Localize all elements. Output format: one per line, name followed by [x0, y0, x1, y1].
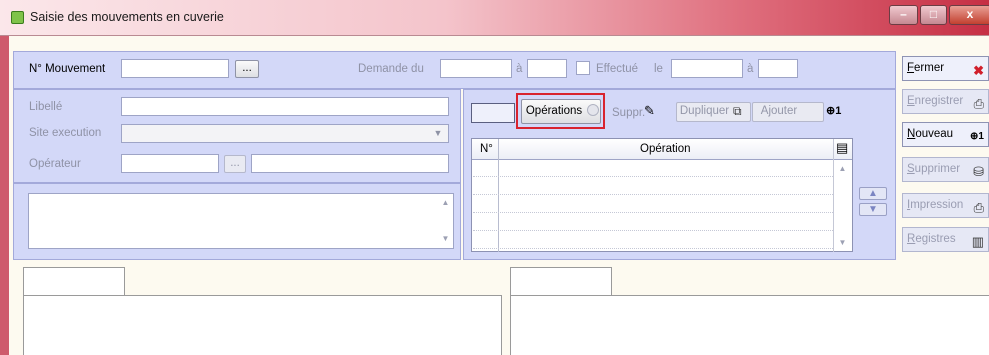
effectue-checkbox[interactable]: [576, 61, 590, 75]
libelle-input[interactable]: [121, 97, 449, 116]
site-select[interactable]: [121, 124, 449, 143]
demande-a-label: à: [516, 63, 523, 75]
effectue-time-input[interactable]: [758, 59, 798, 78]
ajouter-button[interactable]: Ajouter: [752, 102, 824, 122]
column-divider: [498, 139, 499, 252]
scrollbar-divider: [833, 139, 834, 252]
fermer-button[interactable]: Fermer ✖: [902, 56, 989, 81]
delete-icon: ⛁: [973, 164, 984, 179]
save-icon: ⎙: [973, 96, 984, 111]
demande-label: Demande du: [358, 63, 424, 75]
table-row: [473, 212, 833, 213]
registres-button[interactable]: Registres ▥: [902, 227, 989, 252]
app-icon: [11, 11, 24, 24]
operateur-name-input[interactable]: [251, 154, 449, 173]
supprimer-button[interactable]: Supprimer ⛁: [902, 157, 989, 182]
window-title: Saisie des mouvements en cuverie: [30, 10, 224, 24]
copy-icon: ⧉: [733, 104, 742, 118]
table-scroll-up-icon[interactable]: ▲: [836, 164, 849, 173]
comment-scroll-up-icon[interactable]: ▲: [439, 198, 452, 207]
print-icon: ⎙: [973, 200, 984, 215]
new-icon: ⊕1: [970, 131, 984, 142]
registers-icon: ▥: [971, 234, 984, 249]
mouvement-browse-button[interactable]: ...: [235, 60, 259, 78]
operateur-browse-button[interactable]: ...: [224, 155, 246, 173]
table-row: [473, 176, 833, 177]
effectue-label: Effectué: [596, 63, 638, 75]
highlight-box: [516, 93, 605, 129]
operateur-code-input[interactable]: [121, 154, 219, 173]
exit-icon: ✖: [973, 63, 984, 78]
suppr-button[interactable]: Suppr.: [612, 107, 645, 119]
impression-button[interactable]: Impression ⎙: [902, 193, 989, 218]
move-down-icon[interactable]: ▼: [859, 203, 887, 216]
comment-textarea[interactable]: [28, 193, 454, 249]
table-scroll-down-icon[interactable]: ▼: [836, 238, 849, 247]
demande-time-input[interactable]: [527, 59, 567, 78]
table-row: [473, 194, 833, 195]
table-row: [473, 230, 833, 231]
table-settings-icon[interactable]: ▤: [836, 140, 848, 156]
operateur-label: Opérateur: [29, 158, 81, 170]
right-tab[interactable]: [510, 267, 612, 296]
add-icon: ⊕1: [826, 105, 842, 117]
move-up-icon[interactable]: ▲: [859, 187, 887, 200]
window-border: [0, 36, 9, 355]
column-operation-header[interactable]: Opération: [640, 143, 691, 155]
libelle-label: Libellé: [29, 101, 63, 113]
operations-selector[interactable]: [471, 103, 515, 123]
mouvement-input[interactable]: [121, 59, 229, 78]
demande-date-input[interactable]: [440, 59, 512, 78]
close-button[interactable]: x: [949, 5, 989, 25]
eraser-icon: ✎: [644, 103, 655, 118]
effectue-le-label: le: [654, 63, 663, 75]
effectue-a-label: à: [747, 63, 754, 75]
mouvement-label: N° Mouvement: [29, 63, 106, 75]
chevron-down-icon[interactable]: ▼: [430, 126, 446, 141]
left-tab-content: [23, 296, 502, 355]
right-tab-content: [510, 296, 989, 355]
enregistrer-button[interactable]: Enregistrer ⎙: [902, 89, 989, 114]
effectue-date-input[interactable]: [671, 59, 743, 78]
site-label: Site execution: [29, 127, 102, 139]
left-tab[interactable]: [23, 267, 125, 296]
column-num-header[interactable]: N°: [480, 143, 493, 155]
table-row: [473, 248, 833, 249]
nouveau-button[interactable]: Nouveau ⊕1: [902, 122, 989, 147]
minimize-button[interactable]: –: [889, 5, 918, 25]
maximize-button[interactable]: □: [920, 5, 947, 25]
comment-scroll-down-icon[interactable]: ▼: [439, 234, 452, 243]
